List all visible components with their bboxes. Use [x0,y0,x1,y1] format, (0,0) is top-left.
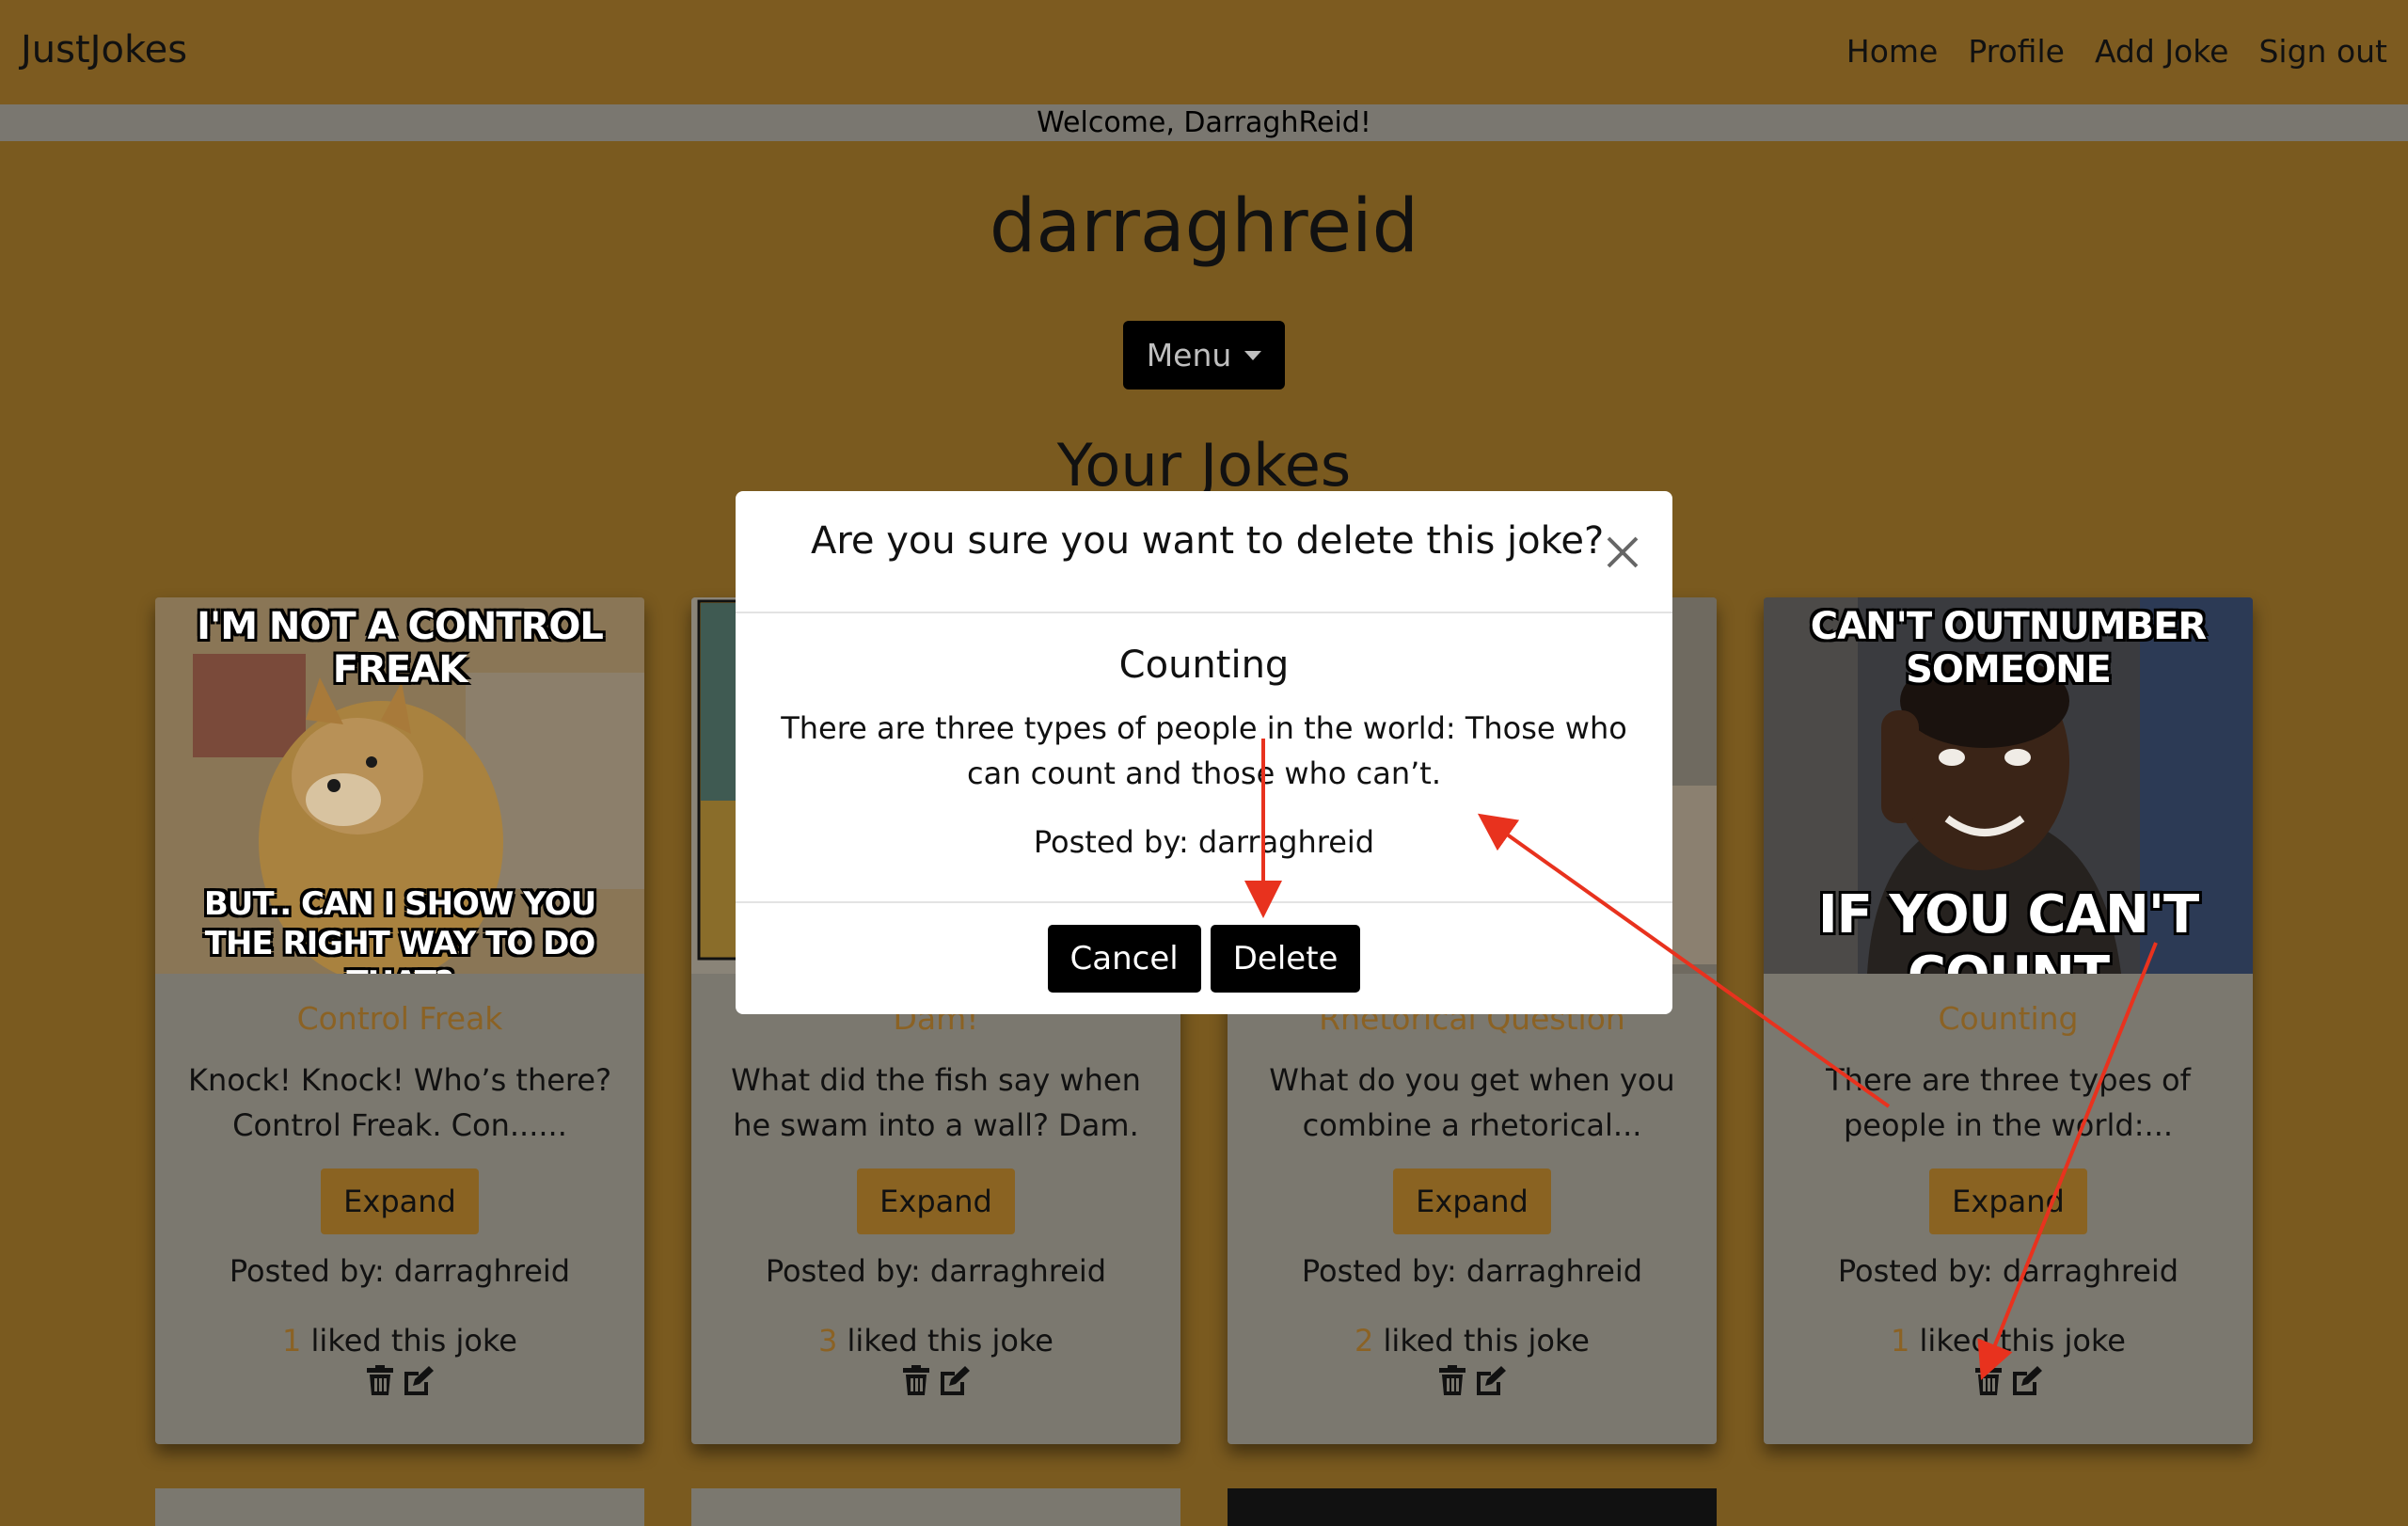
joke-title: Counting [1938,1000,2079,1037]
edit-icon[interactable] [2010,1364,2044,1396]
trash-icon[interactable] [1436,1364,1468,1396]
card-actions [691,1364,1180,1396]
joke-excerpt: What did the fish say when he swam into … [731,1062,1141,1143]
posted-by: Posted by: darraghreid [765,1253,1107,1289]
meme-bottom-caption: IF YOU CAN'T COUNT [1817,884,2199,974]
like-suffix: liked this joke [1919,1323,2126,1359]
trash-icon[interactable] [1972,1364,2004,1396]
modal-footer: Cancel Delete [736,903,1672,1014]
nav-add-joke-link[interactable]: Add Joke [2095,33,2229,70]
nav-profile-link[interactable]: Profile [1968,33,2065,70]
posted-by: Posted by: darraghreid [1301,1253,1643,1289]
profile-username: darraghreid [989,184,1419,269]
joke-card-body: Control Freak Knock! Knock! Who’s there?… [155,974,644,1396]
brand-logo[interactable]: JustJokes [21,28,187,72]
section-title: Your Jokes [1056,431,1352,500]
edit-icon[interactable] [938,1364,972,1396]
edit-icon[interactable] [402,1364,436,1396]
like-number: 3 [818,1323,838,1359]
trash-icon[interactable] [364,1364,396,1396]
joke-card-body: Counting There are three types of people… [1764,974,2253,1396]
like-count: 3 liked this joke [691,1323,1180,1359]
meme-bottom-caption: BUT.. CAN I SHOW YOU THE RIGHT WAY TO DO… [203,885,596,974]
modal-header: Are you sure you want to delete this jok… [736,491,1672,613]
joke-card-partial [155,1488,644,1526]
meme-top-caption: I'M NOT A CONTROL FREAK [197,605,604,691]
delete-confirm-modal: Are you sure you want to delete this jok… [736,491,1672,1014]
joke-title: Control Freak [296,1000,503,1037]
modal-body: Counting There are three types of people… [736,613,1672,903]
like-number: 1 [282,1323,302,1359]
expand-button[interactable]: Expand [1393,1168,1551,1234]
expand-button[interactable]: Expand [1929,1168,2087,1234]
like-number: 2 [1354,1323,1374,1359]
joke-excerpt: There are three types of people in the w… [1826,1062,2191,1143]
joke-card-partial [691,1488,1180,1526]
nav-home-link[interactable]: Home [1846,33,1938,70]
menu-dropdown-button[interactable]: Menu [1123,321,1285,389]
modal-joke-title: Counting [1118,644,1290,687]
caret-down-icon [1244,350,1262,360]
like-suffix: liked this joke [310,1323,517,1359]
joke-excerpt: Knock! Knock! Who’s there? Control Freak… [187,1062,612,1143]
delete-button[interactable]: Delete [1210,925,1361,993]
navbar: JustJokes Home Profile Add Joke Sign out [0,0,2408,104]
card-actions [1764,1364,2253,1396]
meme-top-caption: CAN'T OUTNUMBER SOMEONE [1810,605,2207,691]
like-count: 2 liked this joke [1228,1323,1717,1359]
posted-by: Posted by: darraghreid [229,1253,571,1289]
joke-card-partial [1228,1488,1717,1526]
close-icon[interactable] [1597,527,1648,578]
joke-card: I'M NOT A CONTROL FREAK BUT.. CAN I SHOW… [155,597,644,1444]
modal-posted-by: Posted by: darraghreid [1033,824,1375,860]
joke-meme-image: CAN'T OUTNUMBER SOMEONE IF YOU CAN'T COU… [1764,597,2253,974]
joke-card-body: Dam! What did the fish say when he swam … [691,974,1180,1396]
joke-card-body: Rhetorical Question What do you get when… [1228,974,1717,1396]
like-count: 1 liked this joke [155,1323,644,1359]
posted-by: Posted by: darraghreid [1837,1253,2179,1289]
card-actions [155,1364,644,1396]
modal-joke-text: There are three types of people in the w… [781,710,1627,791]
joke-card: CAN'T OUTNUMBER SOMEONE IF YOU CAN'T COU… [1764,597,2253,1444]
like-suffix: liked this joke [847,1323,1054,1359]
like-suffix: liked this joke [1383,1323,1590,1359]
like-number: 1 [1891,1323,1910,1359]
edit-icon[interactable] [1474,1364,1508,1396]
modal-title: Are you sure you want to delete this jok… [811,519,1605,563]
cancel-button[interactable]: Cancel [1047,925,1201,993]
nav-links: Home Profile Add Joke Sign out [1846,33,2387,70]
joke-excerpt: What do you get when you combine a rheto… [1269,1062,1675,1143]
like-count: 1 liked this joke [1764,1323,2253,1359]
nav-sign-out-link[interactable]: Sign out [2258,33,2387,70]
joke-meme-image: I'M NOT A CONTROL FREAK BUT.. CAN I SHOW… [155,597,644,974]
menu-label: Menu [1146,337,1232,374]
trash-icon[interactable] [900,1364,932,1396]
card-actions [1228,1364,1717,1396]
expand-button[interactable]: Expand [321,1168,479,1234]
welcome-message: Welcome, DarraghReid! [0,104,2408,141]
expand-button[interactable]: Expand [857,1168,1015,1234]
